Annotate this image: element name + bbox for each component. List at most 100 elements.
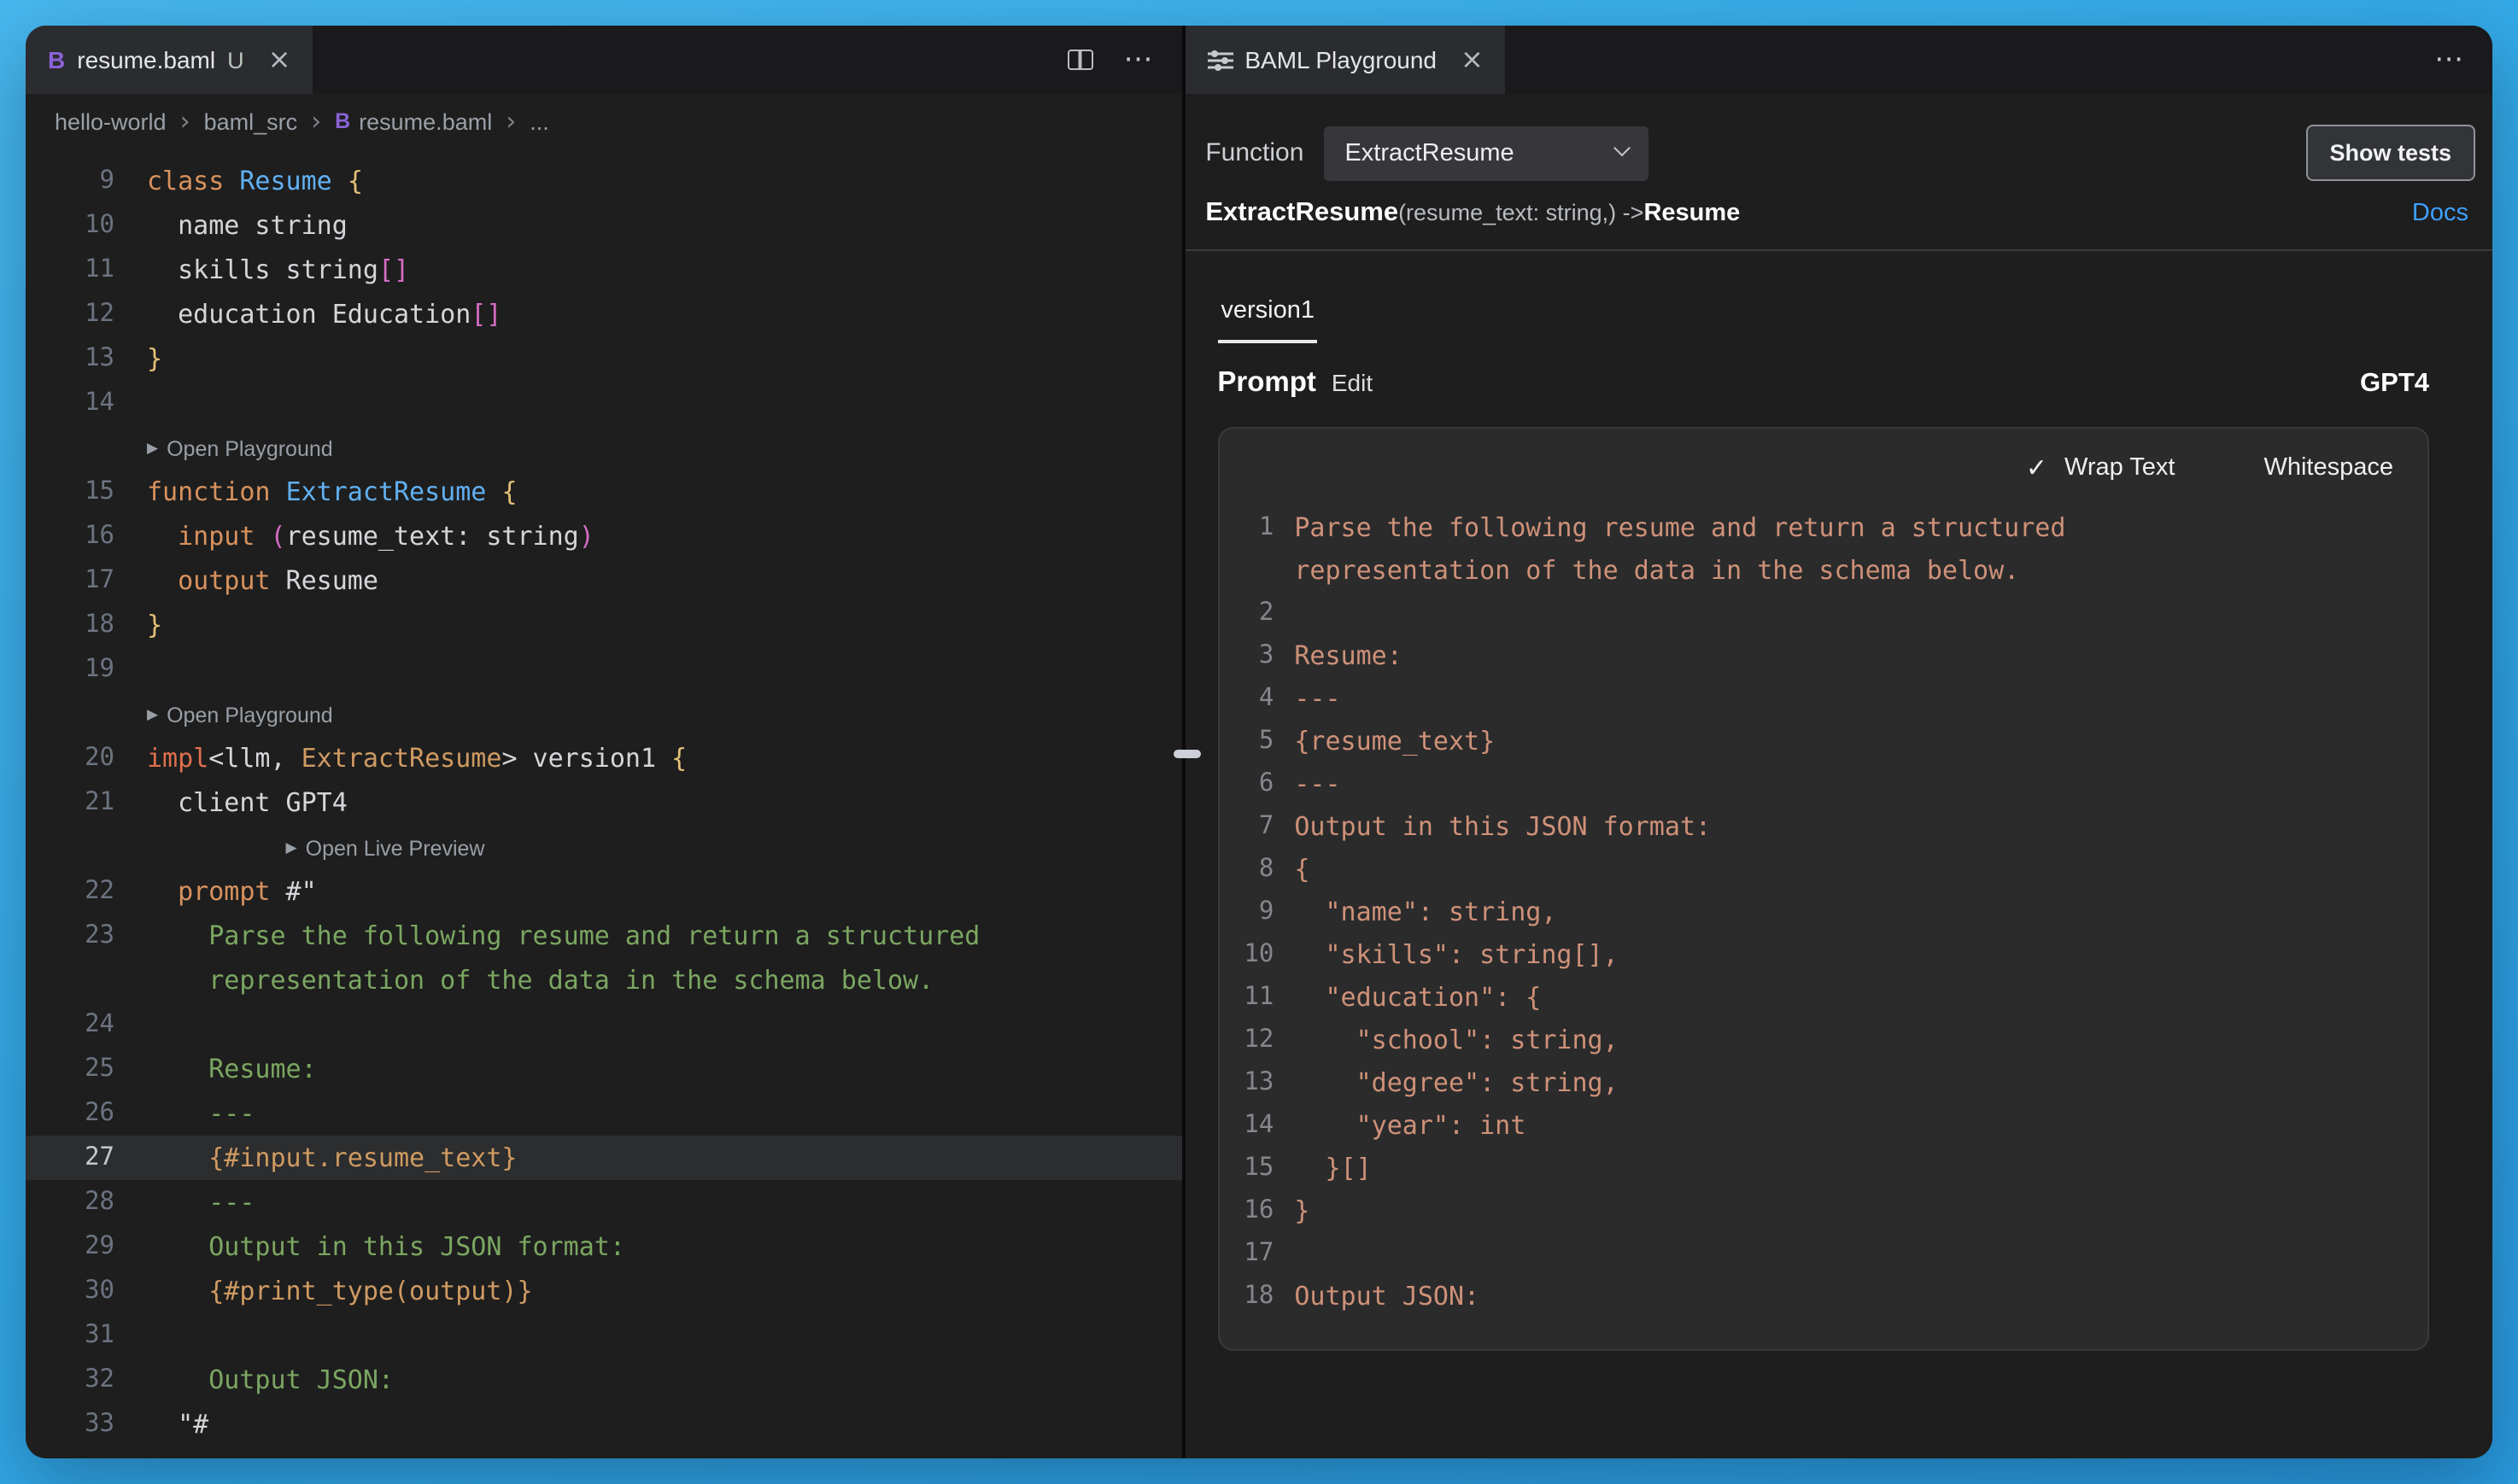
prompt-line: 11 "education": { bbox=[1219, 977, 2427, 1020]
line-number: 14 bbox=[1219, 1105, 1274, 1148]
line-text: Output JSON: bbox=[147, 1358, 394, 1402]
breadcrumb-item[interactable]: Bresume.baml bbox=[335, 108, 492, 134]
tab-baml-playground[interactable]: BAML Playground × bbox=[1185, 26, 1505, 94]
editor-tabbar: B resume.baml U × ⋯ bbox=[26, 26, 1181, 94]
line-number: 11 bbox=[1219, 977, 1274, 1020]
line-number: 11 bbox=[26, 248, 114, 292]
line-text: "name": string, bbox=[1294, 891, 1556, 934]
line-number: 33 bbox=[26, 1402, 114, 1446]
line-number: 10 bbox=[26, 203, 114, 248]
code-line: 33 "# bbox=[26, 1402, 1181, 1446]
line-text: "degree": string, bbox=[1294, 1062, 1618, 1105]
line-text: function ExtractResume { bbox=[147, 470, 518, 514]
prompt-line: 3Resume: bbox=[1219, 635, 2427, 678]
code-lens-link[interactable]: ▶Open Playground bbox=[147, 437, 333, 461]
tab-resume-baml[interactable]: B resume.baml U × bbox=[26, 26, 313, 94]
tab-label: resume.baml bbox=[77, 46, 215, 73]
line-text: {#input.resume_text} bbox=[147, 1136, 518, 1180]
playground-tabbar: BAML Playground × ⋯ bbox=[1185, 26, 2492, 94]
line-number: 21 bbox=[26, 780, 114, 825]
git-status-badge: U bbox=[227, 47, 244, 73]
line-text: Resume: bbox=[147, 1047, 317, 1091]
playground-icon bbox=[1207, 49, 1233, 71]
line-number bbox=[1219, 550, 1274, 593]
line-number: 6 bbox=[1219, 763, 1274, 806]
line-text: Output in this JSON format: bbox=[1294, 806, 1711, 849]
line-number bbox=[26, 825, 114, 869]
baml-file-icon: B bbox=[335, 109, 350, 133]
function-toolbar: Function ExtractResume Show tests bbox=[1185, 94, 2492, 181]
version-tabs: version1 bbox=[1185, 251, 2492, 343]
line-number: 29 bbox=[26, 1224, 114, 1269]
line-number: 30 bbox=[26, 1269, 114, 1313]
line-text: --- bbox=[1294, 763, 1340, 806]
code-lens-link[interactable]: ▶Open Live Preview bbox=[286, 837, 485, 861]
line-number: 5 bbox=[1219, 721, 1274, 763]
line-text: name string bbox=[147, 203, 348, 248]
line-text: { bbox=[1294, 849, 1309, 891]
breadcrumb-item[interactable]: hello-world bbox=[55, 108, 167, 134]
line-number: 22 bbox=[26, 869, 114, 914]
line-text: Output in this JSON format: bbox=[147, 1224, 625, 1269]
prompt-line: 12 "school": string, bbox=[1219, 1020, 2427, 1062]
function-signature: ExtractResume (resume_text: string,) -> … bbox=[1185, 181, 2492, 249]
baml-file-icon: B bbox=[48, 46, 65, 73]
playground-pane: BAML Playground × ⋯ Function ExtractResu… bbox=[1185, 26, 2492, 1458]
line-number: 24 bbox=[26, 1002, 114, 1047]
line-number: 15 bbox=[1219, 1148, 1274, 1190]
split-editor-icon[interactable] bbox=[1067, 50, 1092, 70]
close-icon[interactable]: × bbox=[268, 46, 291, 73]
wrap-text-label: Wrap Text bbox=[2064, 454, 2175, 482]
prompt-line: 7Output in this JSON format: bbox=[1219, 806, 2427, 849]
code-line: 23 Parse the following resume and return… bbox=[26, 914, 1181, 958]
docs-link[interactable]: Docs bbox=[2412, 200, 2468, 227]
code-line: 30 {#print_type(output)} bbox=[26, 1269, 1181, 1313]
pane-resize-handle[interactable] bbox=[1173, 750, 1200, 758]
more-actions-icon[interactable]: ⋯ bbox=[1123, 45, 1152, 74]
line-number: 13 bbox=[26, 336, 114, 381]
edit-link[interactable]: Edit bbox=[1332, 369, 1373, 396]
wrap-text-toggle[interactable]: ✓ Wrap Text bbox=[2026, 453, 2175, 483]
code-line: 27 {#input.resume_text} bbox=[26, 1136, 1181, 1180]
line-number: 27 bbox=[26, 1136, 114, 1180]
line-text: representation of the data in the schema… bbox=[147, 958, 934, 1002]
line-text: client GPT4 bbox=[147, 780, 348, 825]
line-number: 14 bbox=[26, 381, 114, 425]
code-line: 26 --- bbox=[26, 1091, 1181, 1136]
line-number: 3 bbox=[1219, 635, 1274, 678]
line-number: 17 bbox=[26, 558, 114, 603]
breadcrumb-item[interactable]: baml_src bbox=[204, 108, 298, 134]
breadcrumb-item[interactable]: ... bbox=[530, 108, 549, 134]
code-line: 16 input (resume_text: string) bbox=[26, 514, 1181, 558]
function-dropdown[interactable]: ExtractResume bbox=[1324, 126, 1648, 180]
line-number: 18 bbox=[1219, 1276, 1274, 1318]
signature-params: (resume_text: string,) bbox=[1398, 200, 1616, 225]
model-label: GPT4 bbox=[2360, 369, 2429, 400]
prompt-line: 17 bbox=[1219, 1233, 2427, 1276]
code-line: 21 client GPT4 bbox=[26, 780, 1181, 825]
line-text: prompt #" bbox=[147, 869, 317, 914]
line-number: 4 bbox=[1219, 678, 1274, 721]
prompt-line: 18 Output JSON: bbox=[1219, 1276, 2427, 1318]
code-line: representation of the data in the schema… bbox=[26, 958, 1181, 1002]
play-icon: ▶ bbox=[147, 441, 158, 458]
prompt-line: 8{ bbox=[1219, 849, 2427, 891]
close-icon[interactable]: × bbox=[1461, 46, 1484, 73]
code-line: 12 education Education[] bbox=[26, 292, 1181, 336]
prompt-line: 15 }[] bbox=[1219, 1148, 2427, 1190]
code-line: 18} bbox=[26, 603, 1181, 647]
line-text: class Resume { bbox=[147, 159, 363, 203]
prompt-header: Prompt Edit GPT4 bbox=[1185, 343, 2492, 427]
code-lens-link[interactable]: ▶Open Playground bbox=[147, 704, 333, 727]
code-line: 9class Resume { bbox=[26, 159, 1181, 203]
prompt-line: 10 "skills": string[], bbox=[1219, 934, 2427, 977]
show-tests-button[interactable]: Show tests bbox=[2305, 125, 2475, 181]
line-text: --- bbox=[1294, 678, 1340, 721]
more-actions-icon[interactable]: ⋯ bbox=[2434, 45, 2463, 74]
whitespace-toggle[interactable]: Whitespace bbox=[2263, 454, 2393, 482]
editor-code[interactable]: 9class Resume {10 name string11 skills s… bbox=[26, 149, 1181, 1458]
line-text: Output JSON: bbox=[1294, 1276, 1479, 1318]
tab-version1[interactable]: version1 bbox=[1217, 297, 1318, 343]
line-number bbox=[26, 958, 114, 1002]
desktop-background: B resume.baml U × ⋯ hello-world›baml_src… bbox=[0, 0, 2518, 1484]
